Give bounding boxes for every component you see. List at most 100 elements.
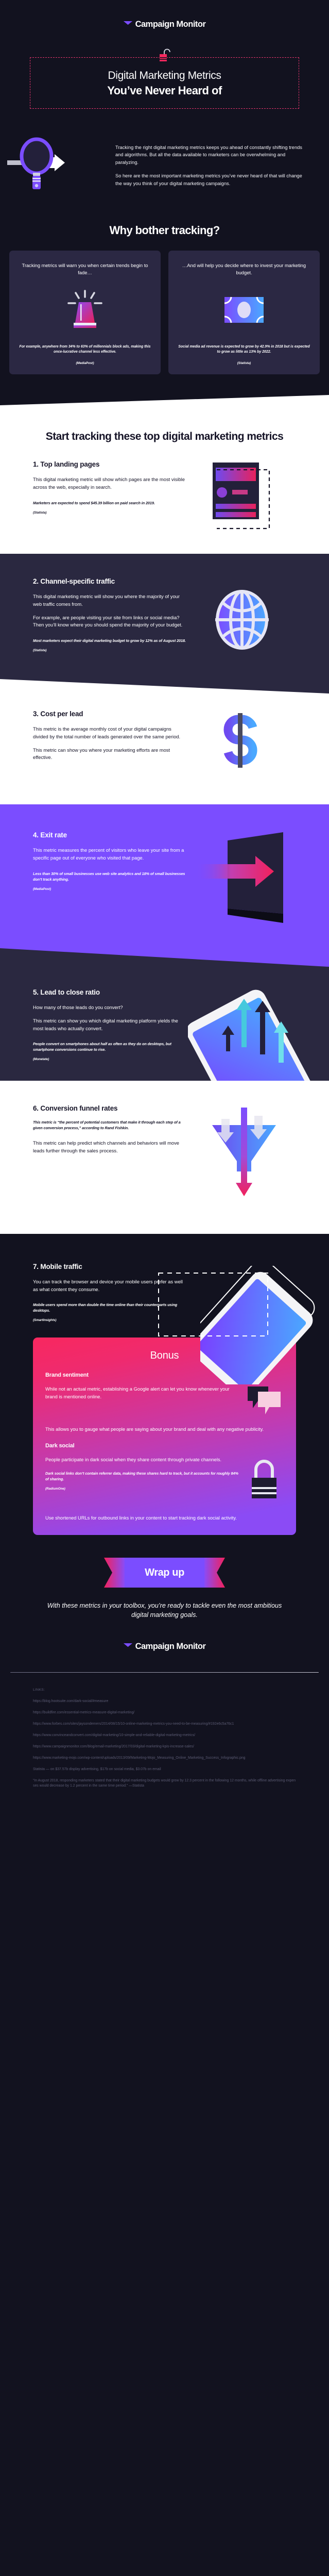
bonus-item-row: While not an actual metric, establishing… — [45, 1385, 284, 1419]
metric-text: 5. Lead to close ratio How many of those… — [33, 988, 187, 1061]
footer-link[interactable]: https://www.campaignmonitor.com/blog/ema… — [33, 1744, 296, 1749]
padlock-icon — [0, 48, 329, 63]
webpage-wireframe-icon — [203, 460, 281, 535]
bonus-stat: Dark social links don’t contain referrer… — [45, 1471, 238, 1482]
metric-paragraph: This metric measures the percent of visi… — [33, 847, 184, 861]
metric-art — [187, 460, 296, 535]
exit-door-arrow-icon — [195, 831, 288, 932]
brand-logo-top: Campaign Monitor — [0, 20, 329, 29]
metric-section-6: 6. Conversion funnel rates This metric i… — [0, 1081, 329, 1234]
metric-source: (MediaPost) — [33, 887, 51, 891]
hero-title-box: Digital Marketing Metrics You’ve Never H… — [30, 57, 299, 109]
ribbon-left-tail-icon — [104, 1558, 125, 1588]
metric-title: 2. Channel-specific traffic — [33, 577, 115, 586]
brand-logo-footer: Campaign Monitor — [0, 1620, 329, 1652]
metric-section-7: 7. Mobile traffic You can track the brow… — [0, 1234, 329, 1826]
why-card: Tracking metrics will warn you when cert… — [9, 250, 161, 374]
metric-stat: Marketers are expected to spend $45.39 b… — [33, 500, 155, 505]
divider-wedge — [0, 679, 329, 694]
metric-art — [187, 831, 296, 932]
metric-title: 7. Mobile traffic — [33, 1263, 82, 1271]
metric-paragraph: This digital marketing metric will show … — [33, 593, 180, 607]
metric-paragraph: You can track the browser and device you… — [33, 1279, 183, 1292]
why-card-stat: Social media ad revenue is expected to g… — [178, 344, 310, 354]
campaign-monitor-envelope-logo-icon — [123, 21, 132, 28]
metric-title: 4. Exit rate — [33, 831, 67, 839]
metric-block-1: 1. Top landing pages This digital market… — [0, 448, 329, 554]
metric-section-2: 2. Channel-specific traffic This digital… — [0, 554, 329, 694]
metric-paragraph: This metric is the average monthly cost … — [33, 726, 181, 740]
metric-block-3: 3. Cost per lead This metric is the aver… — [0, 693, 329, 804]
metric-paragraph: This metric can help predict which chann… — [33, 1140, 179, 1153]
footer-link[interactable]: https://blog.hootsuite.com/dark-social/#… — [33, 1699, 296, 1704]
ribbon-right-tail-icon — [204, 1558, 225, 1588]
metric-stat: Most marketers expect their digital mark… — [33, 638, 186, 643]
metric-section-3: 3. Cost per lead This metric is the aver… — [0, 693, 329, 805]
divider-wedge — [0, 394, 329, 412]
intro-text: Tracking the right digital marketing met… — [115, 131, 308, 187]
brand-name: Campaign Monitor — [135, 20, 206, 29]
metric-source: (Statista) — [33, 648, 47, 652]
metric-source: (Monetate) — [33, 1058, 49, 1062]
metric-source: (SmartInsights) — [33, 1318, 57, 1323]
metrics-intro-section: Start tracking these top digital marketi… — [0, 412, 329, 554]
metric-paragraph: For example, are people visiting your si… — [33, 614, 183, 628]
metric-title: 6. Conversion funnel rates — [33, 1104, 118, 1113]
wrapup-text: With these metrics in your toolbox, you’… — [47, 1602, 282, 1619]
footer-link[interactable]: https://www.forbes.com/sites/jaysondemer… — [33, 1722, 296, 1727]
metric-art — [187, 710, 296, 780]
metric-block-4: 4. Exit rate This metric measures the pe… — [0, 804, 329, 944]
footer-note: Statista — on $37.57b display advertisin… — [33, 1768, 161, 1772]
footer-link[interactable]: https://buildfire.com/essential-metrics-… — [33, 1710, 296, 1715]
hero-title-line-2: You’ve Never Heard of — [107, 84, 222, 97]
metric-paragraph: This metric can show you which digital m… — [33, 1018, 178, 1031]
wrapup-ribbon: Wrap up — [104, 1558, 225, 1588]
why-card-top-text: …And will help you decide where to inves… — [182, 262, 306, 275]
metric-text: 7. Mobile traffic You can track the brow… — [33, 1263, 187, 1322]
shopping-bag-lock-icon — [245, 1456, 284, 1503]
metric-title: 1. Top landing pages — [33, 460, 100, 469]
bonus-paragraph: People participate in dark social when t… — [45, 1457, 222, 1462]
metric-lead-bold: This metric is “the percent of potential… — [33, 1120, 181, 1131]
metric-stat: Less than 30% of small businesses use we… — [33, 871, 185, 882]
why-card-stat: For example, anywhere from 34% to 63% of… — [19, 344, 151, 354]
footer-links-list: https://blog.hootsuite.com/dark-social/#… — [33, 1699, 296, 1789]
hero-title-line-1: Digital Marketing Metrics — [108, 70, 221, 81]
campaign-monitor-envelope-logo-icon — [123, 1643, 132, 1650]
dollar-sign-icon — [209, 710, 275, 780]
infographic-page: Campaign Monitor Digital Marketing Metri… — [0, 0, 329, 1826]
bonus-item-row: People participate in dark social when t… — [45, 1456, 284, 1503]
wrapup-ribbon-wrap: Wrap up — [0, 1535, 329, 1588]
footer-note: “In August 2018, responding marketers st… — [33, 1779, 296, 1788]
footer-links-label: LINKS: — [33, 1688, 45, 1692]
why-card-top-text: Tracking metrics will warn you when cert… — [22, 262, 148, 275]
brand-name: Campaign Monitor — [135, 1641, 206, 1651]
metric-text: 1. Top landing pages This digital market… — [33, 460, 187, 514]
why-card: …And will help you decide where to inves… — [168, 250, 320, 374]
upward-arrows-phone-icon — [186, 985, 317, 1081]
metric-block-5: 5. Lead to close ratio How many of those… — [0, 967, 329, 1081]
footer-link[interactable]: https://www.marketing-mojo.com/wp-conten… — [33, 1756, 296, 1761]
footer-link[interactable]: https://www.convinceandconvert.com/digit… — [33, 1733, 296, 1738]
metric-paragraph: This digital marketing metric will show … — [33, 476, 185, 490]
why-cards: Tracking metrics will warn you when cert… — [0, 250, 329, 374]
why-card-source: (MediaPost) — [76, 361, 94, 365]
metric-art — [187, 577, 296, 663]
metric-block-6: 6. Conversion funnel rates This metric i… — [0, 1081, 329, 1234]
globe-icon — [201, 577, 283, 663]
intro-paragraph-2: So here are the most important marketing… — [115, 173, 302, 186]
bonus-closing: Use shortened URLs for outbound links in… — [45, 1515, 237, 1521]
section-title: Start tracking these top digital marketi… — [45, 430, 284, 442]
bonus-item-heading: Dark social — [45, 1442, 75, 1449]
siren-alarm-icon — [62, 290, 108, 330]
bonus-paragraph: This allows you to gauge what people are… — [45, 1427, 264, 1432]
metric-source: (Statista) — [33, 510, 47, 515]
header-section: Campaign Monitor Digital Marketing Metri… — [0, 0, 329, 412]
speech-bubbles-icon — [245, 1385, 284, 1419]
metric-section-5: 5. Lead to close ratio How many of those… — [0, 967, 329, 1081]
metric-text: 2. Channel-specific traffic This digital… — [33, 577, 187, 652]
metric-block-2: 2. Channel-specific traffic This digital… — [0, 554, 329, 673]
metric-title: 3. Cost per lead — [33, 710, 83, 718]
metric-paragraph: How many of those leads do you convert? — [33, 1004, 123, 1011]
magnifying-glass-icon — [7, 131, 110, 196]
